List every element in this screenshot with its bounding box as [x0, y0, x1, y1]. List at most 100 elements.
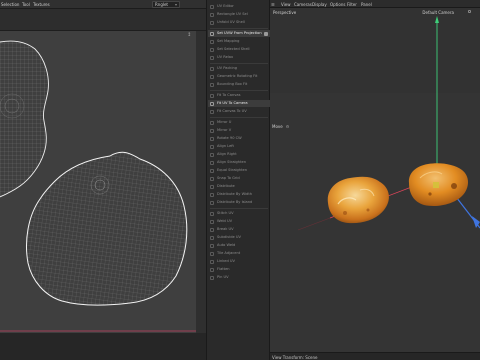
menu-item-distribute-by-island[interactable]: Distribute By Island: [208, 199, 270, 206]
tool-icon: [210, 168, 214, 173]
menu-item-auto-weld[interactable]: Auto Weld: [208, 242, 270, 249]
uv-dropdown[interactable]: Rnglet ▾: [152, 1, 180, 8]
menu-item-label: Linked UV: [217, 259, 235, 263]
menu-item-uv-relax[interactable]: UV Relax: [208, 54, 270, 61]
menu-item-distribute-by-width[interactable]: Distribute By Width: [208, 191, 270, 198]
tool-icon: [210, 184, 214, 189]
menu-item-stitch-uv[interactable]: Stitch UV: [208, 210, 270, 217]
menu-item-unfold-uv-shell[interactable]: Unfold UV Shell: [208, 19, 270, 26]
tool-icon: [210, 4, 214, 9]
menu-separator: [210, 117, 268, 118]
menu-item-label: Auto Weld: [217, 243, 236, 247]
tool-icon: [210, 31, 214, 36]
uv-bottom-bar: [0, 333, 206, 360]
tool-icon: [210, 39, 214, 44]
tool-icon: [210, 74, 214, 79]
y-axis-arrow: [435, 16, 439, 23]
menu-selection[interactable]: Selection: [1, 2, 19, 7]
menu-item-rotate-90-cw[interactable]: Rotate 90 CW: [208, 135, 270, 142]
menu-panel[interactable]: Panel: [361, 2, 372, 7]
uv-canvas[interactable]: [0, 31, 196, 333]
viewport-statusbar: View Transform: Scene: [270, 352, 480, 360]
menu-item-align-right[interactable]: Align Right: [208, 151, 270, 158]
tool-icon: [210, 152, 214, 157]
checked-icon[interactable]: [264, 31, 268, 36]
menu-filter[interactable]: Filter: [347, 2, 357, 7]
move-tool-label[interactable]: Move ⚙: [272, 124, 289, 129]
tool-icon: [210, 66, 214, 71]
menu-item-break-uv[interactable]: Break UV: [208, 226, 270, 233]
menu-item-label: Align Straighten: [217, 160, 246, 164]
menu-display[interactable]: Display: [312, 2, 327, 7]
menu-item-uv-editor[interactable]: UV Editor: [208, 3, 270, 10]
viewport-menu-icon[interactable]: ☰: [271, 2, 275, 7]
menu-tool[interactable]: Tool: [22, 2, 30, 7]
tool-icon: [210, 200, 214, 205]
menu-item-fit-uv-to-camera[interactable]: Fit UV To Camera: [208, 100, 270, 107]
menu-item-tile-adjacent[interactable]: Tile Adjacent: [208, 250, 270, 257]
menu-item-label: Weld UV: [217, 219, 233, 223]
tool-icon: [210, 176, 214, 181]
menu-textures[interactable]: Textures: [33, 2, 50, 7]
camera-icon[interactable]: [468, 10, 471, 13]
tool-icon: [210, 55, 214, 60]
menu-item-fit-to-canvas[interactable]: Fit To Canvas: [208, 92, 270, 99]
chevron-down-icon: ▾: [174, 2, 177, 7]
menu-item-weld-uv[interactable]: Weld UV: [208, 218, 270, 225]
menu-item-set-selected-shell[interactable]: Set Selected Shell: [208, 46, 270, 53]
menu-item-pin-uv[interactable]: Pin UV: [208, 274, 270, 281]
menu-item-mirror-v[interactable]: Mirror V: [208, 127, 270, 134]
3d-viewport[interactable]: Perspective Default Camera Move ⚙: [270, 8, 480, 352]
tool-icon: [210, 227, 214, 232]
view-transform-status: View Transform: Scene: [272, 354, 318, 360]
menu-view[interactable]: View: [281, 2, 291, 7]
menu-item-set-uvw-from-projection[interactable]: Set UVW From Projection: [208, 30, 270, 37]
menu-item-label: Distribute By Island: [217, 200, 253, 204]
tool-icon: [210, 20, 214, 25]
menu-item-flatten[interactable]: Flatten: [208, 266, 270, 273]
menu-item-bounding-box-fit[interactable]: Bounding Box Fit: [208, 81, 270, 88]
menu-item-label: Mirror V: [217, 128, 232, 132]
uv-vertical-scrollbar[interactable]: [196, 31, 206, 333]
menu-item-label: UV Packing: [217, 66, 238, 70]
menu-item-distribute[interactable]: Distribute: [208, 183, 270, 190]
menu-item-label: Set Selected Shell: [217, 47, 250, 51]
tool-icon: [210, 82, 214, 87]
menu-item-label: Flatten: [217, 267, 230, 271]
menu-item-label: UV Editor: [217, 4, 234, 8]
menu-item-label: UV Relax: [217, 55, 234, 59]
viewport-panel: ☰ View Cameras Display Options Filter Pa…: [270, 0, 480, 360]
menu-item-align-straighten[interactable]: Align Straighten: [208, 159, 270, 166]
resize-icon[interactable]: ↕: [187, 32, 191, 38]
tool-icon: [210, 219, 214, 224]
menu-item-set-mapping[interactable]: Set Mapping: [208, 38, 270, 45]
menu-item-linked-uv[interactable]: Linked UV: [208, 258, 270, 265]
viewport-label-camera[interactable]: Default Camera: [422, 10, 454, 15]
menu-item-equal-straighten[interactable]: Equal Straighten: [208, 167, 270, 174]
menu-item-align-left[interactable]: Align Left: [208, 143, 270, 150]
menu-item-label: Rotate 90 CW: [217, 136, 242, 140]
menu-cameras[interactable]: Cameras: [294, 2, 312, 7]
tool-icon: [210, 259, 214, 264]
uv-shell-lower: [26, 151, 188, 306]
menu-options[interactable]: Options: [330, 2, 345, 7]
tool-icon: [210, 12, 214, 17]
menu-item-geometric-rotating-fit[interactable]: Geometric Rotating Fit: [208, 73, 270, 80]
menu-item-label: Unfold UV Shell: [217, 20, 245, 24]
menu-item-label: Subdivide UV: [217, 235, 241, 239]
tool-icon: [210, 136, 214, 141]
menu-item-fit-canvas-to-uv[interactable]: Fit Canvas To UV: [208, 108, 270, 115]
uv-toolbar: [0, 9, 206, 31]
move-tool-text: Move: [272, 124, 283, 129]
gear-icon[interactable]: ⚙: [286, 124, 290, 129]
tool-icon: [210, 243, 214, 248]
menu-item-label: Snap To Grid: [217, 176, 240, 180]
tool-icon: [210, 109, 214, 114]
menu-item-label: Align Right: [217, 152, 237, 156]
menu-item-snap-to-grid[interactable]: Snap To Grid: [208, 175, 270, 182]
menu-item-mirror-u[interactable]: Mirror U: [208, 119, 270, 126]
menu-item-subdivide-uv[interactable]: Subdivide UV: [208, 234, 270, 241]
menu-item-rectangle-uv-sel[interactable]: Rectangle UV Sel: [208, 11, 270, 18]
tool-icon: [210, 128, 214, 133]
menu-item-uv-packing[interactable]: UV Packing: [208, 65, 270, 72]
